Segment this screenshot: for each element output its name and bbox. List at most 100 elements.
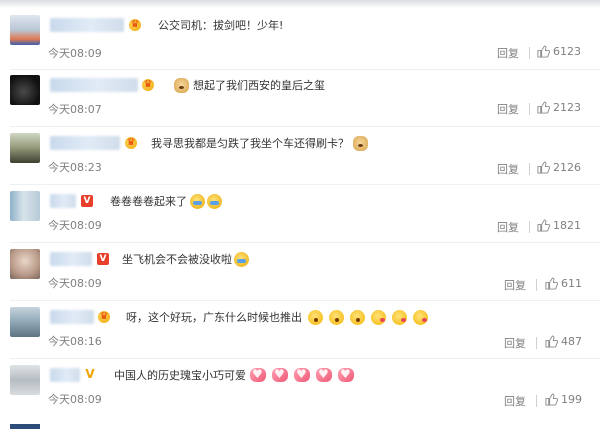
like-count: 487 <box>561 335 582 348</box>
comment-item: V 卷卷卷卷起来了 今天08:09 回复 1821 <box>0 186 600 244</box>
comment-time: 今天08:09 <box>48 47 102 60</box>
crown-badge-icon: ♛ <box>129 19 141 31</box>
thumbs-up-icon <box>537 219 550 232</box>
username[interactable] <box>50 310 94 324</box>
comment-item: ♛ 公交司机：拔剑吧！少年! 今天08:09 回复 6123 <box>0 12 600 70</box>
username[interactable] <box>50 252 92 266</box>
thumbs-up-icon <box>537 45 550 58</box>
separator <box>529 103 530 115</box>
username[interactable] <box>50 78 138 92</box>
thumbs-up-icon <box>537 161 550 174</box>
separator <box>536 395 537 407</box>
crown-badge-icon: ♛ <box>125 137 137 149</box>
like-button[interactable]: 611 <box>545 277 582 290</box>
like-button[interactable]: 6123 <box>537 45 581 58</box>
comment-text-content: 卷卷卷卷起来了 <box>110 195 187 208</box>
like-button[interactable]: 2123 <box>537 101 581 114</box>
comment-text: 想起了我们西安的皇后之玺 <box>172 77 325 93</box>
comment-item: ♛ 想起了我们西安的皇后之玺 今天08:07 回复 2123 <box>0 70 600 128</box>
comment-text: 卷卷卷卷起来了 <box>110 193 222 209</box>
heart-emoji-icon <box>338 367 354 382</box>
avatar[interactable] <box>10 249 40 279</box>
like-count: 1821 <box>553 219 581 232</box>
reply-button[interactable]: 回复 <box>504 335 526 351</box>
reply-button[interactable]: 回复 <box>497 101 519 117</box>
surprised-emoji-icon <box>350 309 365 325</box>
separator <box>536 337 537 349</box>
like-count: 611 <box>561 277 582 290</box>
like-button[interactable]: 199 <box>545 393 582 406</box>
comment-time: 今天08:09 <box>48 277 102 290</box>
doge-emoji-icon <box>353 135 368 151</box>
divider <box>10 184 600 185</box>
reply-button[interactable]: 回复 <box>504 393 526 409</box>
heart-emoji-icon <box>294 367 310 382</box>
like-count: 2123 <box>553 101 581 114</box>
kiss-emoji-icon <box>371 309 386 325</box>
reply-button[interactable]: 回复 <box>497 45 519 61</box>
like-button[interactable]: 1821 <box>537 219 581 232</box>
doge-emoji-icon <box>174 77 189 93</box>
reply-button[interactable]: 回复 <box>497 161 519 177</box>
comment-text: 坐飞机会不会被没收啦 <box>122 251 249 267</box>
like-button[interactable]: 2126 <box>537 161 581 174</box>
comment-text-content: 公交司机：拔剑吧！少年! <box>158 19 284 32</box>
comment-item: V 中国人的历史瑰宝小巧可爱 今天08:09 回复 199 <box>0 360 600 418</box>
username[interactable] <box>50 18 124 32</box>
reply-button[interactable]: 回复 <box>504 277 526 293</box>
username[interactable] <box>50 136 120 150</box>
next-comment-edge <box>10 424 40 429</box>
crying-emoji-icon <box>234 251 249 267</box>
avatar[interactable] <box>10 307 40 337</box>
comment-text-content: 中国人的历史瑰宝小巧可爱 <box>114 369 246 382</box>
comment-item: V 坐飞机会不会被没收啦 今天08:09 回复 611 <box>0 244 600 302</box>
verified-badge-icon: V <box>97 253 109 265</box>
crown-badge-icon: ♛ <box>142 79 154 91</box>
comment-text: 我寻思我都是匀跌了我坐个车还得刷卡？ <box>151 135 368 151</box>
avatar[interactable] <box>10 75 40 105</box>
heart-emoji-icon <box>316 367 332 382</box>
separator <box>536 279 537 291</box>
comment-time: 今天08:07 <box>48 103 102 116</box>
thumbs-up-icon <box>537 101 550 114</box>
like-button[interactable]: 487 <box>545 335 582 348</box>
comment-text: 中国人的历史瑰宝小巧可爱 <box>114 367 354 383</box>
avatar[interactable] <box>10 191 40 221</box>
divider <box>10 300 600 301</box>
comment-time: 今天08:23 <box>48 161 102 174</box>
surprised-emoji-icon <box>329 309 344 325</box>
divider <box>10 242 600 243</box>
comment-time: 今天08:09 <box>48 219 102 232</box>
thumbs-up-icon <box>545 393 558 406</box>
like-count: 199 <box>561 393 582 406</box>
comment-text: 呀，这个好玩，广东什么时候也推出 <box>126 309 428 325</box>
previous-comment-edge <box>0 0 600 8</box>
divider <box>10 358 600 359</box>
avatar[interactable] <box>10 365 40 395</box>
verified-badge-icon: V <box>85 367 95 381</box>
surprised-emoji-icon <box>308 309 323 325</box>
kiss-emoji-icon <box>392 309 407 325</box>
comment-text-content: 我寻思我都是匀跌了我坐个车还得刷卡？ <box>151 137 349 150</box>
username[interactable] <box>50 194 76 208</box>
thumbs-up-icon <box>545 277 558 290</box>
separator <box>529 47 530 59</box>
heart-emoji-icon <box>250 367 266 382</box>
avatar[interactable] <box>10 15 40 45</box>
separator <box>529 163 530 175</box>
heart-emoji-icon <box>272 367 288 382</box>
divider <box>10 126 600 127</box>
separator <box>529 221 530 233</box>
comment-text-content: 坐飞机会不会被没收啦 <box>122 253 232 266</box>
like-count: 2126 <box>553 161 581 174</box>
username[interactable] <box>50 368 80 382</box>
comment-time: 今天08:09 <box>48 393 102 406</box>
avatar[interactable] <box>10 133 40 163</box>
crown-badge-icon: ♛ <box>98 311 110 323</box>
comment-text: 公交司机：拔剑吧！少年! <box>158 17 283 33</box>
comment-time: 今天08:16 <box>48 335 102 348</box>
crying-emoji-icon <box>190 193 205 209</box>
reply-button[interactable]: 回复 <box>497 219 519 235</box>
like-count: 6123 <box>553 45 581 58</box>
comment-text-content: 呀，这个好玩，广东什么时候也推出 <box>126 311 302 324</box>
